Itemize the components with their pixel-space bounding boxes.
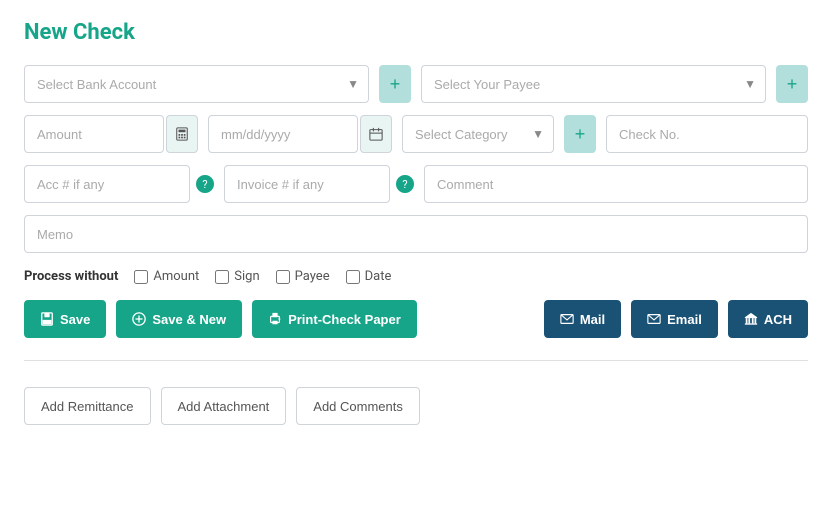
row-memo [24,215,808,253]
add-remittance-button[interactable]: Add Remittance [24,387,151,425]
invoice-help-icon[interactable]: ? [396,175,414,193]
add-attachment-button[interactable]: Add Attachment [161,387,287,425]
divider [24,360,808,361]
save-new-button[interactable]: Save & New [116,300,242,338]
save-button[interactable]: Save [24,300,106,338]
acc-input[interactable] [24,165,190,203]
payee-select[interactable]: Select Your Payee [421,65,766,103]
checkbox-payee-label: Payee [295,269,330,284]
mail-icon [560,312,574,326]
date-wrapper [208,115,392,153]
new-check-form: Select Bank Account ▼ + Select Your Paye… [24,65,808,425]
save-new-label: Save & New [152,312,226,327]
bank-account-wrapper: Select Bank Account ▼ [24,65,369,103]
ach-icon [744,312,758,326]
invoice-wrapper: ? [224,165,414,203]
bottom-actions: Add Remittance Add Attachment Add Commen… [24,387,808,425]
calendar-icon [369,127,383,141]
checkno-input[interactable] [606,115,808,153]
invoice-input[interactable] [224,165,390,203]
checkbox-sign-label: Sign [234,269,259,284]
checkbox-sign[interactable]: Sign [215,269,259,284]
acc-wrapper: ? [24,165,214,203]
mail-label: Mail [580,312,605,327]
checkbox-amount-input[interactable] [134,270,148,284]
amount-wrapper [24,115,198,153]
add-comments-button[interactable]: Add Comments [296,387,420,425]
acc-help-icon[interactable]: ? [196,175,214,193]
save-icon [40,312,54,326]
actions-row: Save Save & New Print-Check Paper [24,300,808,338]
calculator-icon [175,127,189,141]
email-label: Email [667,312,702,327]
ach-button[interactable]: ACH [728,300,808,338]
checkbox-date-label: Date [365,269,392,284]
print-button[interactable]: Print-Check Paper [252,300,417,338]
checkbox-amount[interactable]: Amount [134,269,199,284]
process-without-label: Process without [24,269,118,284]
add-bank-account-button[interactable]: + [379,65,411,103]
date-input[interactable] [208,115,358,153]
checkbox-payee-input[interactable] [276,270,290,284]
email-button[interactable]: Email [631,300,718,338]
category-select[interactable]: Select Category [402,115,554,153]
calendar-icon-button[interactable] [360,115,392,153]
checkbox-payee[interactable]: Payee [276,269,330,284]
checkbox-date-input[interactable] [346,270,360,284]
payee-wrapper: Select Your Payee ▼ [421,65,766,103]
category-wrapper: Select Category ▼ [402,115,554,153]
bank-account-select[interactable]: Select Bank Account [24,65,369,103]
amount-input[interactable] [24,115,164,153]
row-acc-invoice-comment: ? ? [24,165,808,203]
memo-input[interactable] [24,215,808,253]
comment-input[interactable] [424,165,808,203]
process-without-row: Process without Amount Sign Payee Date [24,269,808,284]
calculator-icon-button[interactable] [166,115,198,153]
checkbox-date[interactable]: Date [346,269,392,284]
page-title: New Check [24,20,808,45]
ach-label: ACH [764,312,792,327]
checkbox-sign-input[interactable] [215,270,229,284]
save-label: Save [60,312,90,327]
checkbox-amount-label: Amount [153,269,199,284]
row-amount-date-category: Select Category ▼ + [24,115,808,153]
print-label: Print-Check Paper [288,312,401,327]
add-payee-button[interactable]: + [776,65,808,103]
mail-button[interactable]: Mail [544,300,621,338]
save-new-icon [132,312,146,326]
add-category-button[interactable]: + [564,115,596,153]
row-bank-payee: Select Bank Account ▼ + Select Your Paye… [24,65,808,103]
printer-icon [268,312,282,326]
email-icon [647,312,661,326]
